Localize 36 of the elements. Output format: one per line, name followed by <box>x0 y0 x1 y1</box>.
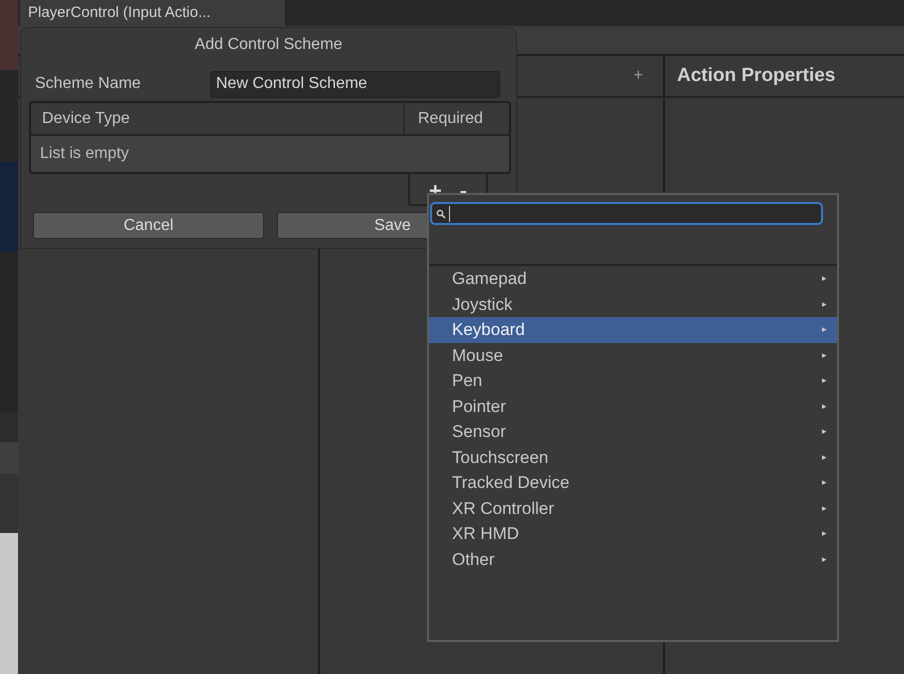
device-menu-item[interactable]: Sensor ▸ <box>429 419 837 444</box>
submenu-arrow-icon: ▸ <box>822 425 827 438</box>
submenu-arrow-icon: ▸ <box>822 298 827 311</box>
scheme-name-label: Scheme Name <box>34 74 142 94</box>
cancel-button[interactable]: Cancel <box>33 212 264 239</box>
device-menu-item[interactable]: Tracked Device ▸ <box>429 470 837 496</box>
submenu-arrow-icon: ▸ <box>822 400 827 413</box>
device-menu-item[interactable]: Gamepad ▸ <box>429 266 837 292</box>
window-tab[interactable]: PlayerControl (Input Actio... <box>20 0 285 26</box>
submenu-arrow-icon: ▸ <box>822 348 827 362</box>
search-field[interactable] <box>430 202 823 225</box>
submenu-arrow-icon: ▸ <box>822 527 827 540</box>
device-menu-item[interactable]: Pen ▸ <box>429 368 837 394</box>
add-action-button[interactable]: + <box>634 64 643 88</box>
device-menu-item[interactable]: Pointer ▸ <box>429 394 837 419</box>
submenu-arrow-icon: ▸ <box>822 374 827 388</box>
device-menu-item[interactable]: XR HMD ▸ <box>429 521 837 546</box>
panel-title: Action Properties <box>677 64 836 88</box>
submenu-arrow-icon: ▸ <box>822 272 827 286</box>
submenu-arrow-icon: ▸ <box>822 502 827 515</box>
submenu-arrow-icon: ▸ <box>822 552 827 566</box>
submenu-arrow-icon: ▸ <box>822 476 827 490</box>
submenu-arrow-icon: ▸ <box>822 450 827 464</box>
column-header: Required <box>417 108 484 128</box>
submenu-arrow-icon: ▸ <box>822 323 827 336</box>
device-menu-item[interactable]: Mouse ▸ <box>429 342 837 368</box>
column-header: Device Type <box>31 103 405 134</box>
device-menu-item[interactable]: Joystick ▸ <box>429 292 837 317</box>
device-menu-item[interactable]: XR Controller ▸ <box>429 496 837 521</box>
device-menu-item[interactable]: Keyboard ▸ <box>429 317 837 342</box>
device-menu-item[interactable]: Touchscreen ▸ <box>429 444 837 470</box>
search-icon <box>436 208 446 218</box>
empty-list-text: List is empty <box>40 144 129 164</box>
scheme-name-field[interactable]: New Control Scheme <box>210 70 500 98</box>
device-menu-item[interactable]: Other ▸ <box>429 546 837 572</box>
dialog-title: Add Control Scheme <box>194 34 342 54</box>
